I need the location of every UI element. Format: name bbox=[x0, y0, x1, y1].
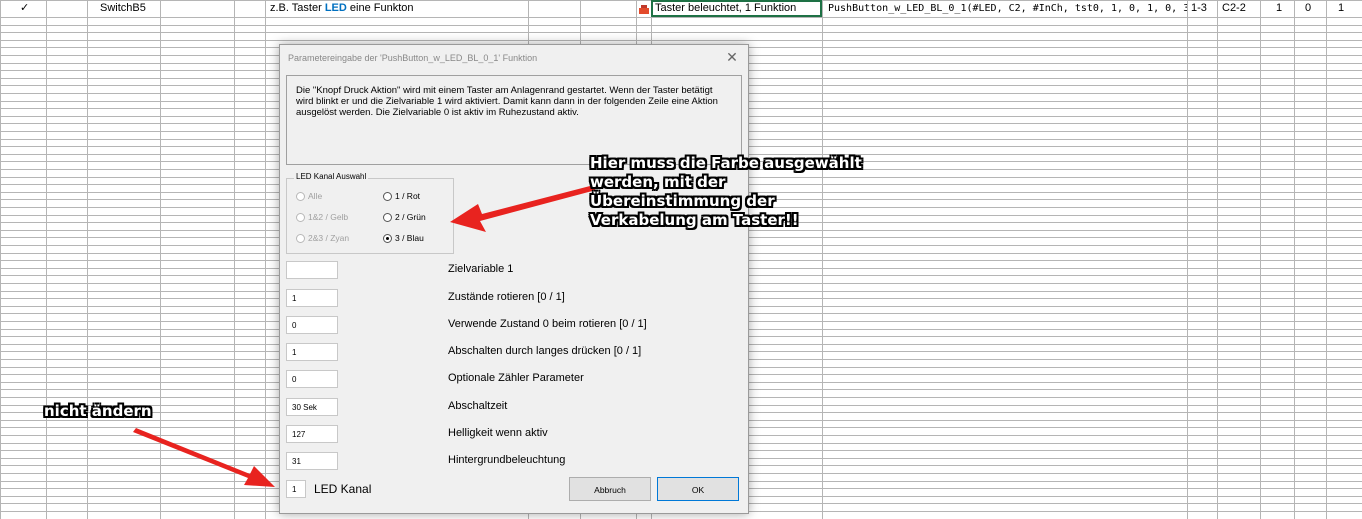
radio-button-icon bbox=[296, 191, 305, 201]
parameter-input[interactable]: 127 bbox=[286, 425, 338, 443]
parameter-input[interactable]: 1 bbox=[286, 343, 338, 361]
macro-code-cell[interactable]: PushButton_w_LED_BL_0_1(#LED, C2, #InCh,… bbox=[828, 0, 1187, 17]
led-group-label: LED Kanal Auswahl bbox=[294, 172, 369, 181]
cancel-button[interactable]: Abbruch bbox=[569, 477, 651, 501]
parameter-label: Abschaltzeit bbox=[448, 400, 508, 412]
radio-button-icon bbox=[383, 191, 392, 201]
value-cell-3[interactable]: 1 bbox=[1338, 0, 1354, 17]
bottom-callout: nicht ändern bbox=[44, 402, 152, 420]
radio-label: 1 / Rot bbox=[395, 191, 421, 201]
parameter-label: Zielvariable 1 bbox=[448, 263, 514, 275]
macro-picture-icon bbox=[638, 0, 652, 17]
radio-label: 2&3 / Zyan bbox=[308, 233, 350, 243]
parameter-label: Zustände rotieren [0 / 1] bbox=[448, 291, 565, 303]
top-callout-line: werden, mit der bbox=[590, 173, 726, 191]
top-callout-line: Übereinstimmung der bbox=[590, 192, 775, 210]
radio-gruen[interactable]: 2 / Grün bbox=[383, 212, 426, 222]
parameter-label: Hintergrundbeleuchtung bbox=[448, 454, 566, 466]
radio-label: 1&2 / Gelb bbox=[308, 212, 349, 222]
parameter-label: Abschalten durch langes drücken [0 / 1] bbox=[448, 345, 642, 357]
radio-label: 2 / Grün bbox=[395, 212, 426, 222]
radio-button-icon bbox=[383, 212, 392, 222]
dialog-title: Parametereingabe der 'PushButton_w_LED_B… bbox=[288, 53, 538, 63]
parameter-input[interactable] bbox=[286, 261, 338, 279]
radio-label: 3 / Blau bbox=[395, 233, 424, 243]
description-suffix: eine Funkton bbox=[346, 2, 414, 14]
selected-cell-border bbox=[651, 0, 822, 17]
description-text: Die "Knopf Druck Aktion" wird mit einem … bbox=[296, 85, 718, 118]
parameter-label: Optionale Zähler Parameter bbox=[448, 372, 584, 384]
led-channel-input[interactable]: 1 bbox=[286, 480, 306, 498]
ok-button[interactable]: OK bbox=[657, 477, 739, 501]
check-cell[interactable]: ✓ bbox=[20, 0, 44, 17]
radio-label: Alle bbox=[308, 191, 323, 201]
radio-blau[interactable]: 3 / Blau bbox=[383, 233, 424, 243]
description-cell[interactable]: z.B. Taster LED eine Funkton bbox=[270, 0, 510, 17]
radio-selected-icon bbox=[383, 233, 392, 243]
parameter-input[interactable]: 0 bbox=[286, 370, 338, 388]
parameter-dialog: Parametereingabe der 'PushButton_w_LED_B… bbox=[279, 44, 749, 514]
radio-rot[interactable]: 1 / Rot bbox=[383, 191, 420, 201]
top-callout-line: Verkabelung am Taster!! bbox=[590, 211, 799, 229]
radio-cyan: 2&3 / Zyan bbox=[296, 233, 349, 243]
radio-alle: Alle bbox=[296, 191, 322, 201]
parameter-label: Verwende Zustand 0 beim rotieren [0 / 1] bbox=[448, 318, 647, 330]
radio-button-icon bbox=[296, 233, 305, 243]
radio-button-icon bbox=[296, 212, 305, 222]
parameter-input[interactable]: 0 bbox=[286, 316, 338, 334]
top-callout-line: Hier muss die Farbe ausgewählt bbox=[590, 154, 862, 172]
parameter-label: Helligkeit wenn aktiv bbox=[448, 427, 548, 439]
parameter-input[interactable]: 1 bbox=[286, 289, 338, 307]
led-highlight: LED bbox=[324, 2, 347, 14]
value-cell-1[interactable]: 1 bbox=[1276, 0, 1292, 17]
value-cell-2[interactable]: 0 bbox=[1305, 0, 1321, 17]
led-channel-label: LED Kanal bbox=[314, 482, 372, 496]
name-cell[interactable]: SwitchB5 bbox=[100, 0, 160, 17]
radio-gelb: 1&2 / Gelb bbox=[296, 212, 348, 222]
range-cell[interactable]: 1-3 bbox=[1191, 0, 1216, 17]
description-prefix: z.B. Taster bbox=[270, 2, 325, 14]
close-icon[interactable]: ✕ bbox=[722, 47, 742, 67]
channel-cell[interactable]: C2-2 bbox=[1222, 0, 1258, 17]
top-callout: Hier muss die Farbe ausgewählt werden, m… bbox=[590, 154, 862, 230]
parameter-input[interactable]: 30 Sek bbox=[286, 398, 338, 416]
parameter-input[interactable]: 31 bbox=[286, 452, 338, 470]
